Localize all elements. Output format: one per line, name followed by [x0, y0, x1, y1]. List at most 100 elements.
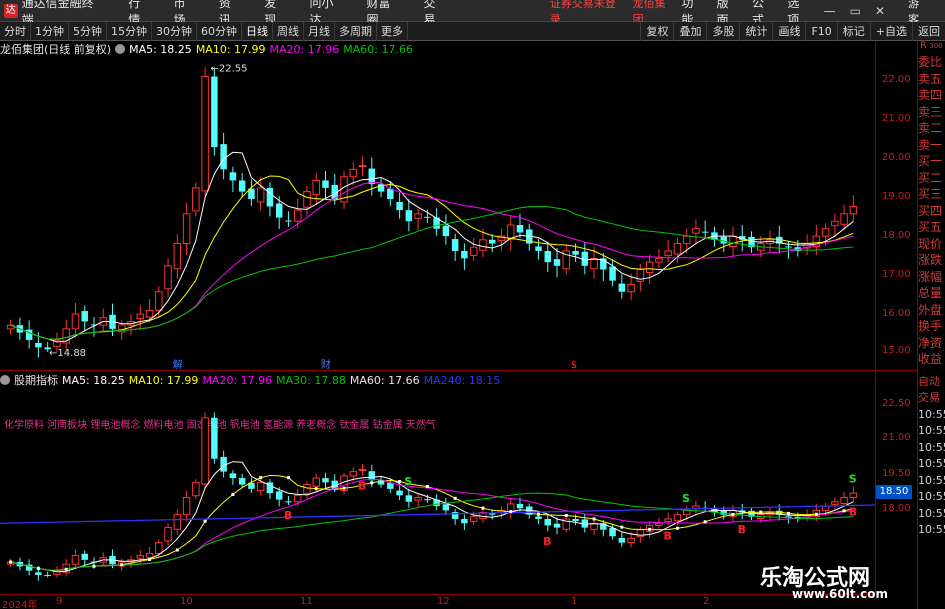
period-tab-60min[interactable]: 60分钟 [197, 21, 242, 41]
indicator-chart[interactable]: B B B B B B S S S [0, 386, 875, 594]
candle-body [81, 553, 88, 560]
candle-body [358, 468, 367, 471]
candle-body [682, 235, 691, 245]
trend-dot [175, 548, 179, 552]
candle-body [424, 216, 431, 218]
candle-body [368, 168, 376, 185]
candle-body [516, 503, 524, 509]
trend-dot [286, 476, 290, 480]
side-panel-trade-item[interactable]: 10:55 [918, 423, 945, 440]
candle-body [506, 224, 515, 240]
candle-body [229, 172, 237, 181]
title-bar: 达 通达信金融终端 行情 市场 资讯 发现 问小达 财富圈 交易 证券交易未登录… [0, 0, 945, 27]
side-panel-item: 卖五 [918, 71, 943, 86]
period-tab-monthly[interactable]: 月线 [304, 21, 335, 41]
minimize-icon[interactable]: — [817, 4, 843, 18]
tool-adjust[interactable]: 复权 [640, 21, 673, 41]
period-tab-timeshare[interactable]: 分时 [0, 21, 31, 41]
maximize-icon[interactable]: ▭ [843, 4, 868, 18]
candle-body [572, 250, 579, 255]
price-tick: 18.00 [882, 230, 911, 241]
date-label: 12 [437, 596, 450, 607]
candle-body [849, 492, 858, 498]
candle-body [173, 514, 182, 530]
pane-divider[interactable] [0, 370, 917, 371]
candle-body [312, 179, 320, 196]
side-panel-trade-item[interactable]: 交易 [918, 390, 945, 407]
candle-body [692, 228, 700, 234]
side-panel-trade-item[interactable]: 10:55 [918, 456, 945, 473]
sub-indicator-settings-icon[interactable] [0, 375, 10, 385]
close-icon[interactable]: ✕ [868, 4, 892, 18]
period-tab-15min[interactable]: 15分钟 [107, 21, 152, 41]
side-panel-item: 收益 [918, 352, 943, 366]
candle-body [145, 552, 154, 558]
candle-body [358, 165, 367, 168]
candle-body [469, 246, 478, 256]
sub-price-tick: 18.00 [882, 503, 911, 514]
period-tab-weekly[interactable]: 周线 [273, 21, 304, 41]
tool-mark[interactable]: 标记 [836, 21, 870, 41]
buy-signal-marker: B [849, 506, 857, 519]
candlestick-chart[interactable]: ←22.55 ←14.88 解 财 $ [0, 56, 875, 370]
tool-back[interactable]: 返回 [912, 21, 945, 41]
candle-body [349, 471, 358, 477]
side-panel-trade-item[interactable]: 10:55 [918, 440, 945, 457]
candle-body [673, 243, 682, 255]
candle-body [645, 261, 654, 273]
period-tab-1min[interactable]: 1分钟 [31, 21, 69, 41]
candle-body [322, 478, 329, 483]
side-panel-trade-item[interactable]: 10:55 [918, 407, 945, 424]
candle-body [192, 481, 200, 497]
tool-overlay[interactable]: 叠加 [673, 21, 706, 41]
ma60-readout: MA60: 17.66 [343, 42, 413, 56]
side-panel-top[interactable]: R 300 [918, 41, 945, 54]
candle-body [424, 499, 431, 501]
trend-dot [648, 527, 652, 531]
candle-body [544, 518, 552, 526]
side-panel-trade-item[interactable]: 10:55 [918, 473, 945, 490]
side-panel-trade-item[interactable]: 10:55 [918, 522, 945, 539]
candle-body [655, 522, 663, 526]
ma5-readout: MA5: 18.25 [129, 42, 192, 56]
period-tab-multi[interactable]: 多周期 [335, 21, 377, 41]
trend-dot [787, 511, 791, 515]
tool-statistics[interactable]: 统计 [739, 21, 772, 41]
candle-body [442, 504, 450, 511]
ma240-line [0, 504, 875, 524]
side-panel-item: 涨幅 [918, 269, 943, 284]
candle-body [785, 246, 792, 248]
period-tab-30min[interactable]: 30分钟 [152, 21, 197, 41]
candle-body [664, 250, 672, 256]
candle-body [673, 514, 682, 522]
period-tab-daily[interactable]: 日线 [242, 21, 273, 41]
side-panel-item: 卖四 [918, 88, 943, 102]
tool-draw[interactable]: 画线 [772, 21, 805, 41]
app-logo-icon: 达 [4, 3, 18, 18]
price-tick: 21.00 [882, 113, 911, 124]
period-tab-more[interactable]: 更多 [377, 21, 408, 41]
sub-ma10-readout: MA10: 17.99 [128, 373, 199, 387]
site-watermark: 乐淘公式网 www.60lt.com [760, 565, 945, 609]
indicator-settings-icon[interactable] [115, 44, 126, 54]
sell-signal-marker: S [849, 473, 857, 486]
side-panel-trade-item[interactable]: 10:55 [918, 489, 945, 506]
candle-body [275, 203, 283, 218]
sub-price-tick: 19.50 [882, 468, 911, 479]
side-panel-trade-item[interactable]: 10:55 [918, 506, 945, 523]
tool-f10[interactable]: F10 [805, 21, 836, 41]
period-tab-5min[interactable]: 5分钟 [69, 21, 107, 41]
sub-chart-header: 股期指标 MA5: 18.25 MA10: 17.99 MA20: 17.96 … [0, 373, 504, 387]
candle-body [469, 516, 478, 523]
sub-price-axis: 22.50 21.00 19.50 18.00 [875, 371, 917, 594]
side-panel-trade-item[interactable]: 自动 [918, 374, 945, 391]
price-tick: 16.00 [882, 308, 911, 319]
buy-signal-marker: B [284, 509, 292, 522]
tool-add-watchlist[interactable]: +自选 [869, 21, 912, 41]
candle-body [618, 283, 626, 292]
candle-body [182, 496, 191, 516]
sub-price-tick: 21.00 [882, 432, 911, 443]
tool-multistock[interactable]: 多股 [706, 21, 739, 41]
candle-body [405, 210, 413, 222]
sub-price-tick: 22.50 [882, 398, 911, 409]
